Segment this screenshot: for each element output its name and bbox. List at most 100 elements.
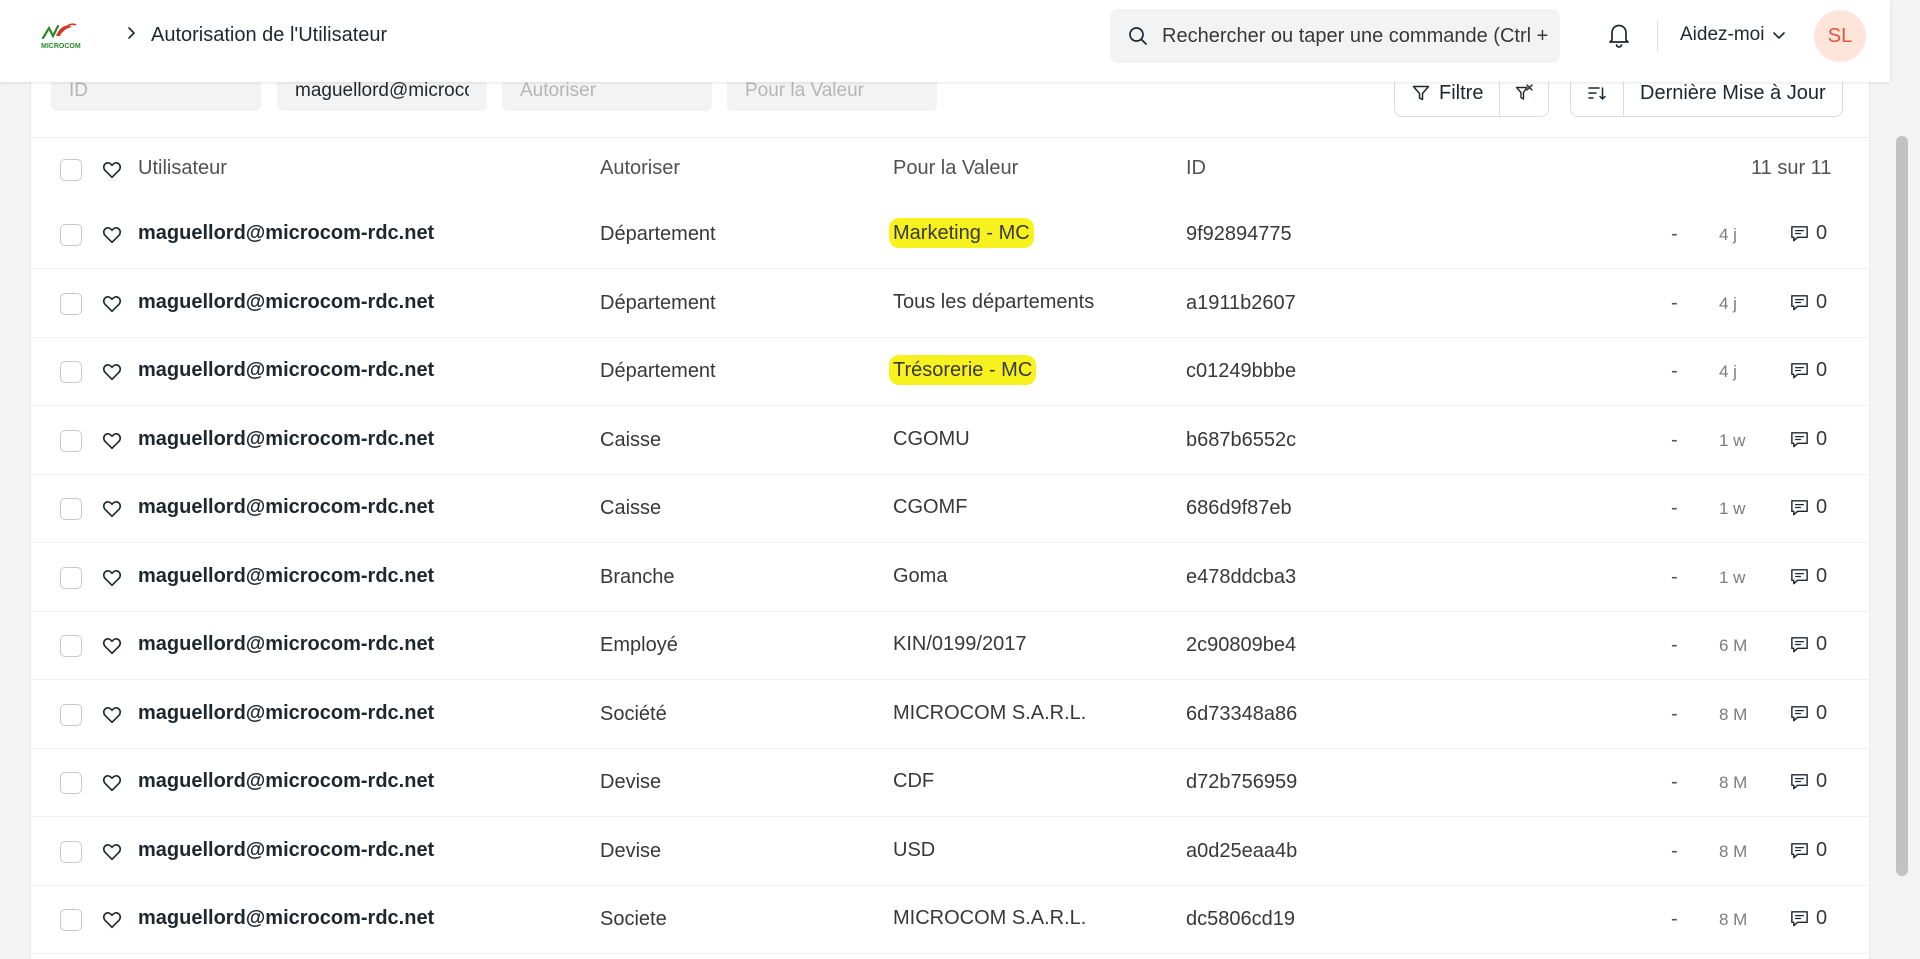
heart-icon[interactable]: [101, 567, 123, 589]
row-id: d72b756959: [1186, 771, 1298, 793]
row-checkbox[interactable]: [60, 909, 82, 931]
heart-icon[interactable]: [101, 704, 123, 726]
microcom-logo[interactable]: MICROCOM: [40, 20, 94, 50]
row-checkbox[interactable]: [60, 840, 82, 863]
row-comment-count: 0: [1816, 222, 1828, 244]
table-row[interactable]: maguellord@microcom-rdc.net Caisse CGOMU b6…: [31, 407, 1871, 475]
heart-icon[interactable]: [101, 361, 123, 383]
row-checkbox[interactable]: [60, 429, 82, 452]
notification-bell-icon[interactable]: [1606, 21, 1632, 49]
row-status: -: [1671, 565, 1678, 588]
column-header-id: ID: [1186, 157, 1206, 179]
row-checkbox[interactable]: [60, 566, 82, 589]
table-row[interactable]: maguellord@microcom-rdc.net Devise CDF d72b…: [31, 749, 1871, 817]
row-modified: 8 M: [1719, 704, 1748, 724]
row-comment-count: 0: [1816, 496, 1828, 518]
table-row[interactable]: maguellord@microcom-rdc.net Societe MICROC…: [31, 886, 1871, 954]
heart-icon[interactable]: [101, 841, 123, 863]
heart-icon[interactable]: [101, 772, 123, 794]
user-avatar[interactable]: SL: [1814, 10, 1866, 62]
row-user-link[interactable]: maguellord@microcom-rdc.net: [138, 359, 434, 382]
row-user-link[interactable]: maguellord@microcom-rdc.net: [138, 222, 434, 245]
row-user-link[interactable]: maguellord@microcom-rdc.net: [138, 702, 434, 725]
row-for-value-text: Trésorerie - MC: [889, 355, 1037, 385]
row-user-link[interactable]: maguellord@microcom-rdc.net: [138, 839, 434, 862]
row-for-value: MICROCOM S.A.R.L.: [893, 907, 1086, 930]
table-row[interactable]: maguellord@microcom-rdc.net Département To…: [31, 270, 1871, 338]
select-all-checkbox[interactable]: [60, 159, 82, 181]
filter-icon: [1412, 85, 1430, 101]
row-id: 9f92894775: [1186, 223, 1292, 245]
row-comments[interactable]: 0: [1789, 428, 1827, 451]
heart-icon[interactable]: [101, 159, 123, 181]
row-comments[interactable]: 0: [1789, 222, 1827, 245]
column-header-allow: Autoriser: [600, 157, 681, 179]
row-checkbox[interactable]: [60, 292, 82, 315]
row-user-link[interactable]: maguellord@microcom-rdc.net: [138, 633, 434, 656]
row-checkbox[interactable]: [60, 224, 82, 246]
table-row[interactable]: maguellord@microcom-rdc.net Branche Goma e4…: [31, 544, 1871, 612]
row-comments[interactable]: 0: [1789, 770, 1827, 793]
heart-icon[interactable]: [101, 909, 123, 931]
help-dropdown[interactable]: Aidez-moi: [1680, 24, 1786, 46]
search-bar[interactable]: [1110, 9, 1560, 63]
search-input[interactable]: [1162, 9, 1552, 63]
heart-icon[interactable]: [101, 635, 123, 657]
table-row[interactable]: maguellord@microcom-rdc.net Société MICROC…: [31, 681, 1871, 749]
row-checkbox[interactable]: [60, 498, 82, 520]
heart-icon[interactable]: [101, 430, 123, 452]
row-comments[interactable]: 0: [1789, 496, 1827, 519]
comment-icon: [1791, 842, 1808, 858]
row-user-link[interactable]: maguellord@microcom-rdc.net: [138, 291, 434, 314]
row-id: 6d73348a86: [1186, 702, 1298, 725]
row-checkbox[interactable]: [60, 635, 82, 657]
row-comments[interactable]: 0: [1789, 839, 1827, 862]
comment-icon: [1791, 774, 1808, 790]
row-checkbox[interactable]: [60, 772, 82, 794]
row-checkbox[interactable]: [60, 361, 82, 383]
page-title[interactable]: Autorisation de l'Utilisateur: [151, 24, 387, 47]
row-for-value: Goma: [893, 565, 947, 588]
row-comments[interactable]: 0: [1789, 565, 1827, 588]
row-for-value: CDF: [893, 770, 934, 793]
row-user-link[interactable]: maguellord@microcom-rdc.net: [138, 565, 434, 588]
table-row[interactable]: maguellord@microcom-rdc.net Caisse CGOMF 68…: [31, 475, 1871, 543]
row-user-link[interactable]: maguellord@microcom-rdc.net: [138, 496, 434, 519]
row-comments[interactable]: 0: [1789, 359, 1827, 382]
table-row[interactable]: maguellord@microcom-rdc.net Devise USD a0d2…: [31, 818, 1871, 886]
row-comment-count: 0: [1816, 907, 1828, 929]
heart-icon[interactable]: [101, 293, 123, 315]
row-user-link[interactable]: maguellord@microcom-rdc.net: [138, 770, 434, 793]
row-status: -: [1671, 908, 1678, 930]
row-allow: Département: [600, 360, 716, 382]
row-comments[interactable]: 0: [1789, 291, 1827, 314]
heart-icon[interactable]: [101, 498, 123, 520]
row-status: -: [1671, 702, 1678, 725]
row-comments[interactable]: 0: [1789, 907, 1827, 930]
comment-icon: [1791, 911, 1808, 927]
row-for-value-text: Marketing - MC: [889, 218, 1034, 248]
table-row[interactable]: maguellord@microcom-rdc.net Département Ma…: [31, 201, 1871, 269]
row-comments[interactable]: 0: [1789, 633, 1827, 656]
row-modified: 8 M: [1719, 773, 1748, 792]
row-for-value-text: KIN/0199/2017: [893, 633, 1027, 655]
row-modified: 4 j: [1719, 362, 1737, 381]
row-for-value: KIN/0199/2017: [893, 633, 1026, 656]
row-comment-count: 0: [1816, 770, 1828, 792]
row-comment-count: 0: [1816, 838, 1828, 861]
row-user-link[interactable]: maguellord@microcom-rdc.net: [138, 907, 434, 930]
scrollbar-thumb[interactable]: [1896, 136, 1908, 876]
heart-icon[interactable]: [101, 224, 123, 246]
table-row[interactable]: maguellord@microcom-rdc.net Département Tr…: [31, 338, 1871, 406]
row-for-value-text: USD: [893, 838, 936, 861]
row-comments[interactable]: 0: [1789, 702, 1827, 725]
row-checkbox[interactable]: [60, 703, 82, 726]
row-for-value-text: CDF: [893, 770, 935, 792]
row-for-value: Tous les départements: [893, 291, 1094, 314]
row-for-value: USD: [893, 839, 935, 862]
row-for-value-text: CGOMF: [893, 496, 968, 518]
row-for-value-text: Goma: [893, 564, 948, 587]
row-user-link[interactable]: maguellord@microcom-rdc.net: [138, 428, 434, 451]
table-row[interactable]: maguellord@microcom-rdc.net Employé KIN/01…: [31, 612, 1871, 680]
row-comment-count: 0: [1816, 290, 1828, 313]
